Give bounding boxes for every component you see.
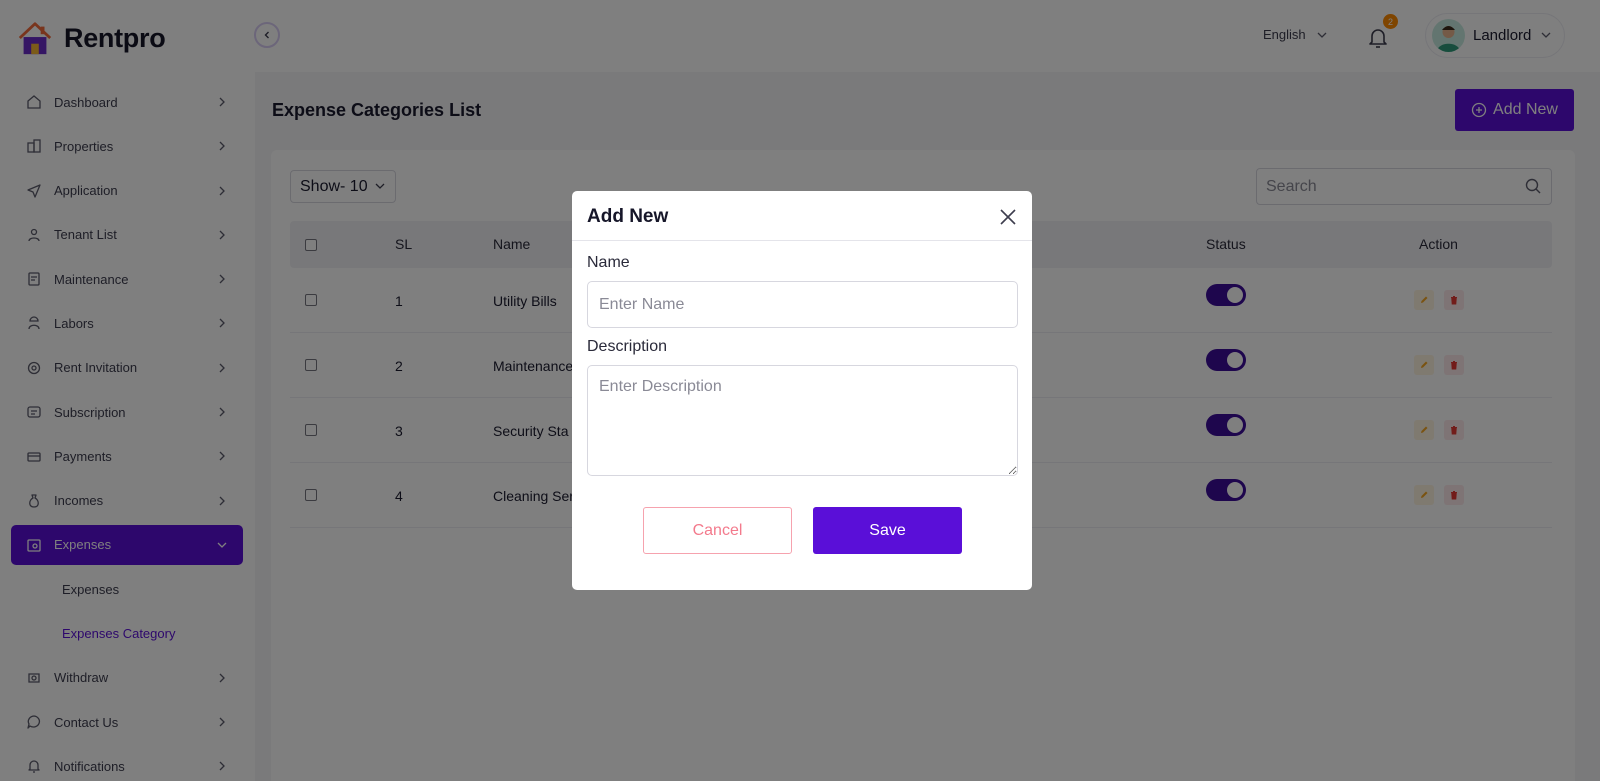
name-field[interactable] [587,281,1018,328]
modal-title: Add New [587,206,669,227]
description-label: Description [587,338,668,355]
close-icon[interactable] [998,207,1018,227]
add-new-modal: Add New Name Description Cancel Save [572,191,1032,590]
name-label: Name [587,254,630,271]
save-button[interactable]: Save [813,507,962,554]
description-field[interactable] [587,365,1018,476]
modal-divider [572,240,1032,241]
cancel-button[interactable]: Cancel [643,507,792,554]
